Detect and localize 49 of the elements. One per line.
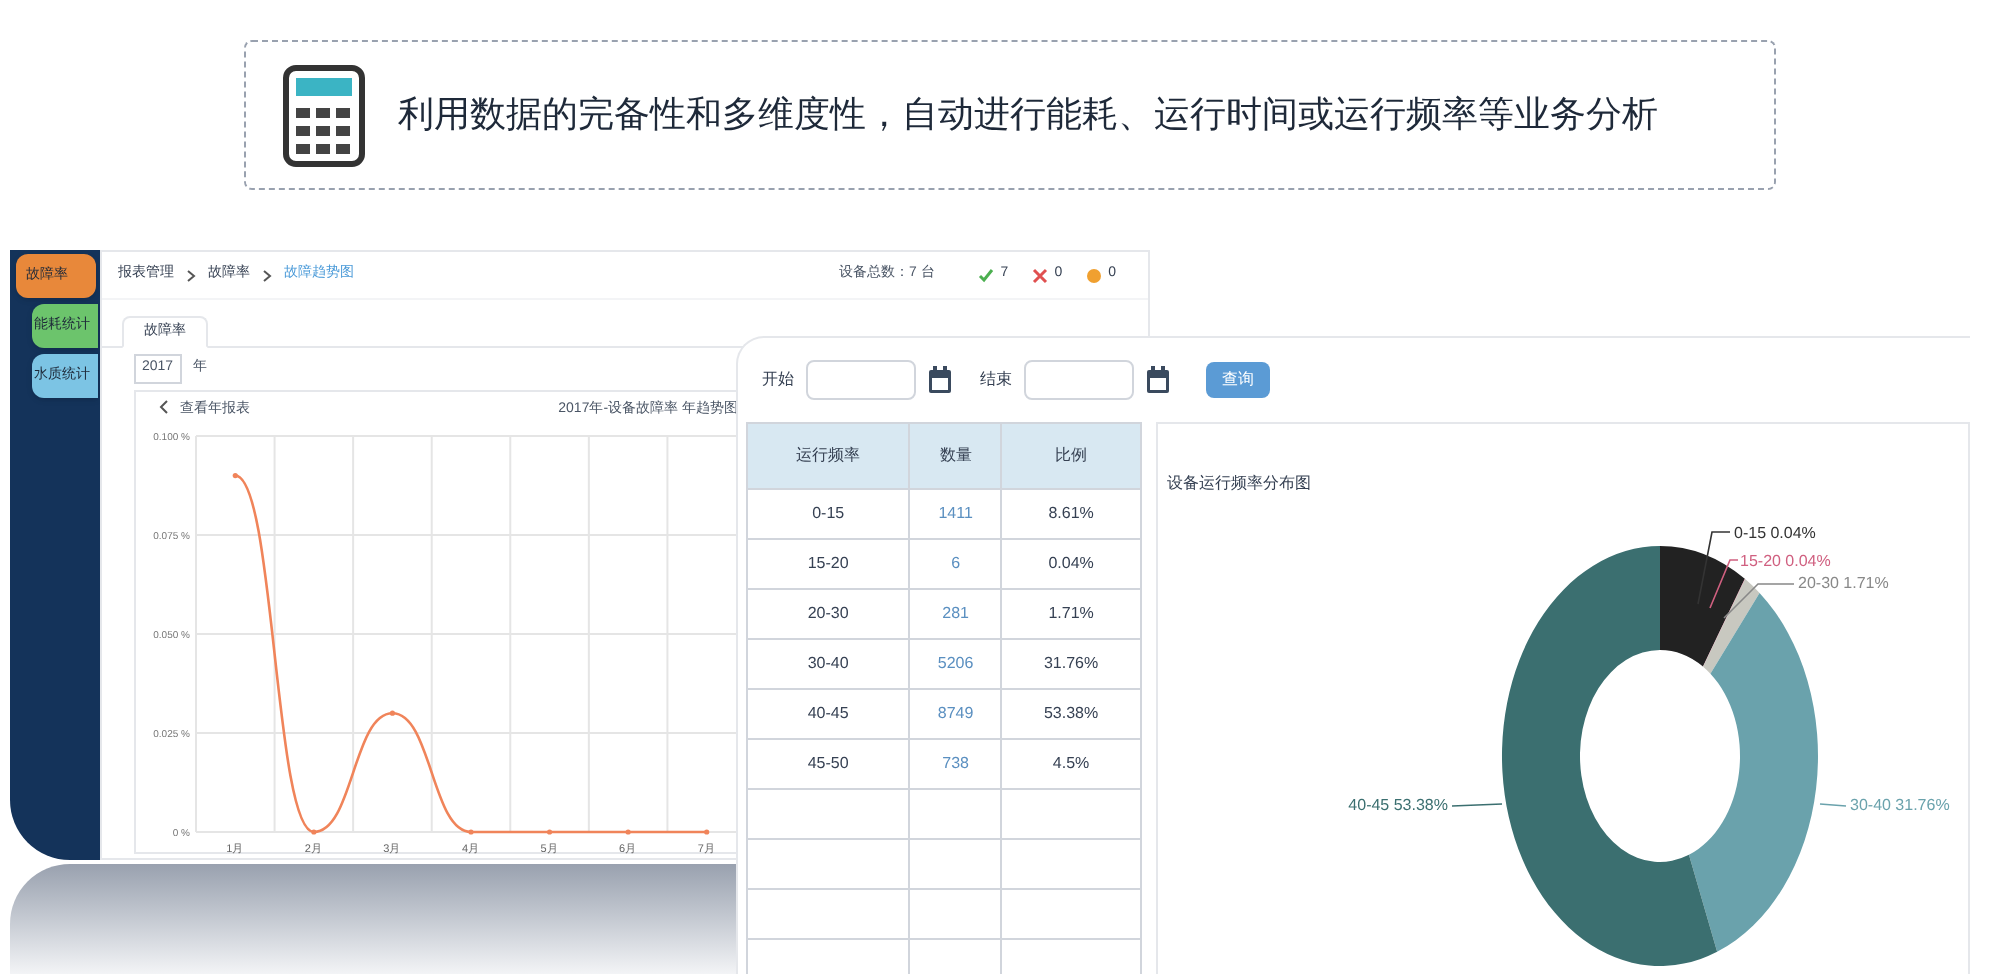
table-cell: 1.71% [1001, 589, 1141, 639]
table-cell: 40-45 [747, 689, 910, 739]
chart-title: 设备运行频率分布图 [1167, 472, 1312, 496]
calendar-icon[interactable] [928, 366, 952, 394]
back-chevron-icon[interactable] [159, 399, 168, 413]
banner-text: 利用数据的完备性和多维度性，自动进行能耗、运行时间或运行频率等业务分析 [398, 92, 1658, 138]
table-cell: 5206 [909, 639, 1002, 689]
column-header: 运行频率 [747, 423, 910, 489]
slice-label: 20-30 1.71% [1797, 574, 1889, 592]
table-cell: 0-15 [747, 489, 910, 539]
table-cell: 4.5% [1001, 739, 1141, 789]
end-label: 结束 [980, 368, 1012, 392]
table-cell: 31.76% [1001, 639, 1141, 689]
start-label: 开始 [762, 368, 794, 392]
data-point [389, 709, 396, 715]
data-point [625, 828, 631, 834]
table-cell: 20-30 [747, 589, 910, 639]
calendar-icon[interactable] [1146, 366, 1170, 394]
table-cell: 738 [909, 739, 1002, 789]
data-point [468, 828, 474, 834]
end-date-field[interactable] [1024, 360, 1134, 400]
table-cell: 30-40 [747, 639, 910, 689]
column-header: 比例 [1001, 423, 1141, 489]
table-cell: 1411 [909, 489, 1002, 539]
table-cell: 15-20 [747, 539, 910, 589]
slice-label: 30-40 31.76% [1849, 796, 1949, 814]
slice-label: 0-15 0.04% [1733, 524, 1816, 542]
chevron-icon [262, 269, 272, 281]
data-point [232, 472, 238, 478]
data-point [546, 828, 553, 834]
check-icon [978, 267, 995, 283]
slice-label: 40-45 53.38% [1347, 796, 1448, 814]
table-cell: 53.38% [1001, 689, 1141, 739]
table-cell: 45-50 [747, 739, 910, 789]
calculator-icon [282, 63, 366, 167]
leader-line [1818, 803, 1847, 807]
table-cell: 8749 [909, 689, 1002, 739]
table-cell: 281 [909, 589, 1002, 639]
chevron-icon [186, 269, 196, 281]
slice-label: 15-20 0.04% [1739, 552, 1831, 570]
data-point [311, 828, 317, 834]
data-point [704, 828, 710, 834]
table-cell: 0.04% [1001, 539, 1141, 589]
cross-icon [1032, 267, 1049, 283]
start-date-field[interactable] [806, 360, 916, 400]
table-cell: 6 [909, 539, 1002, 589]
column-header: 数量 [909, 423, 1002, 489]
table-cell: 8.61% [1001, 489, 1141, 539]
leader-line [1450, 803, 1503, 807]
